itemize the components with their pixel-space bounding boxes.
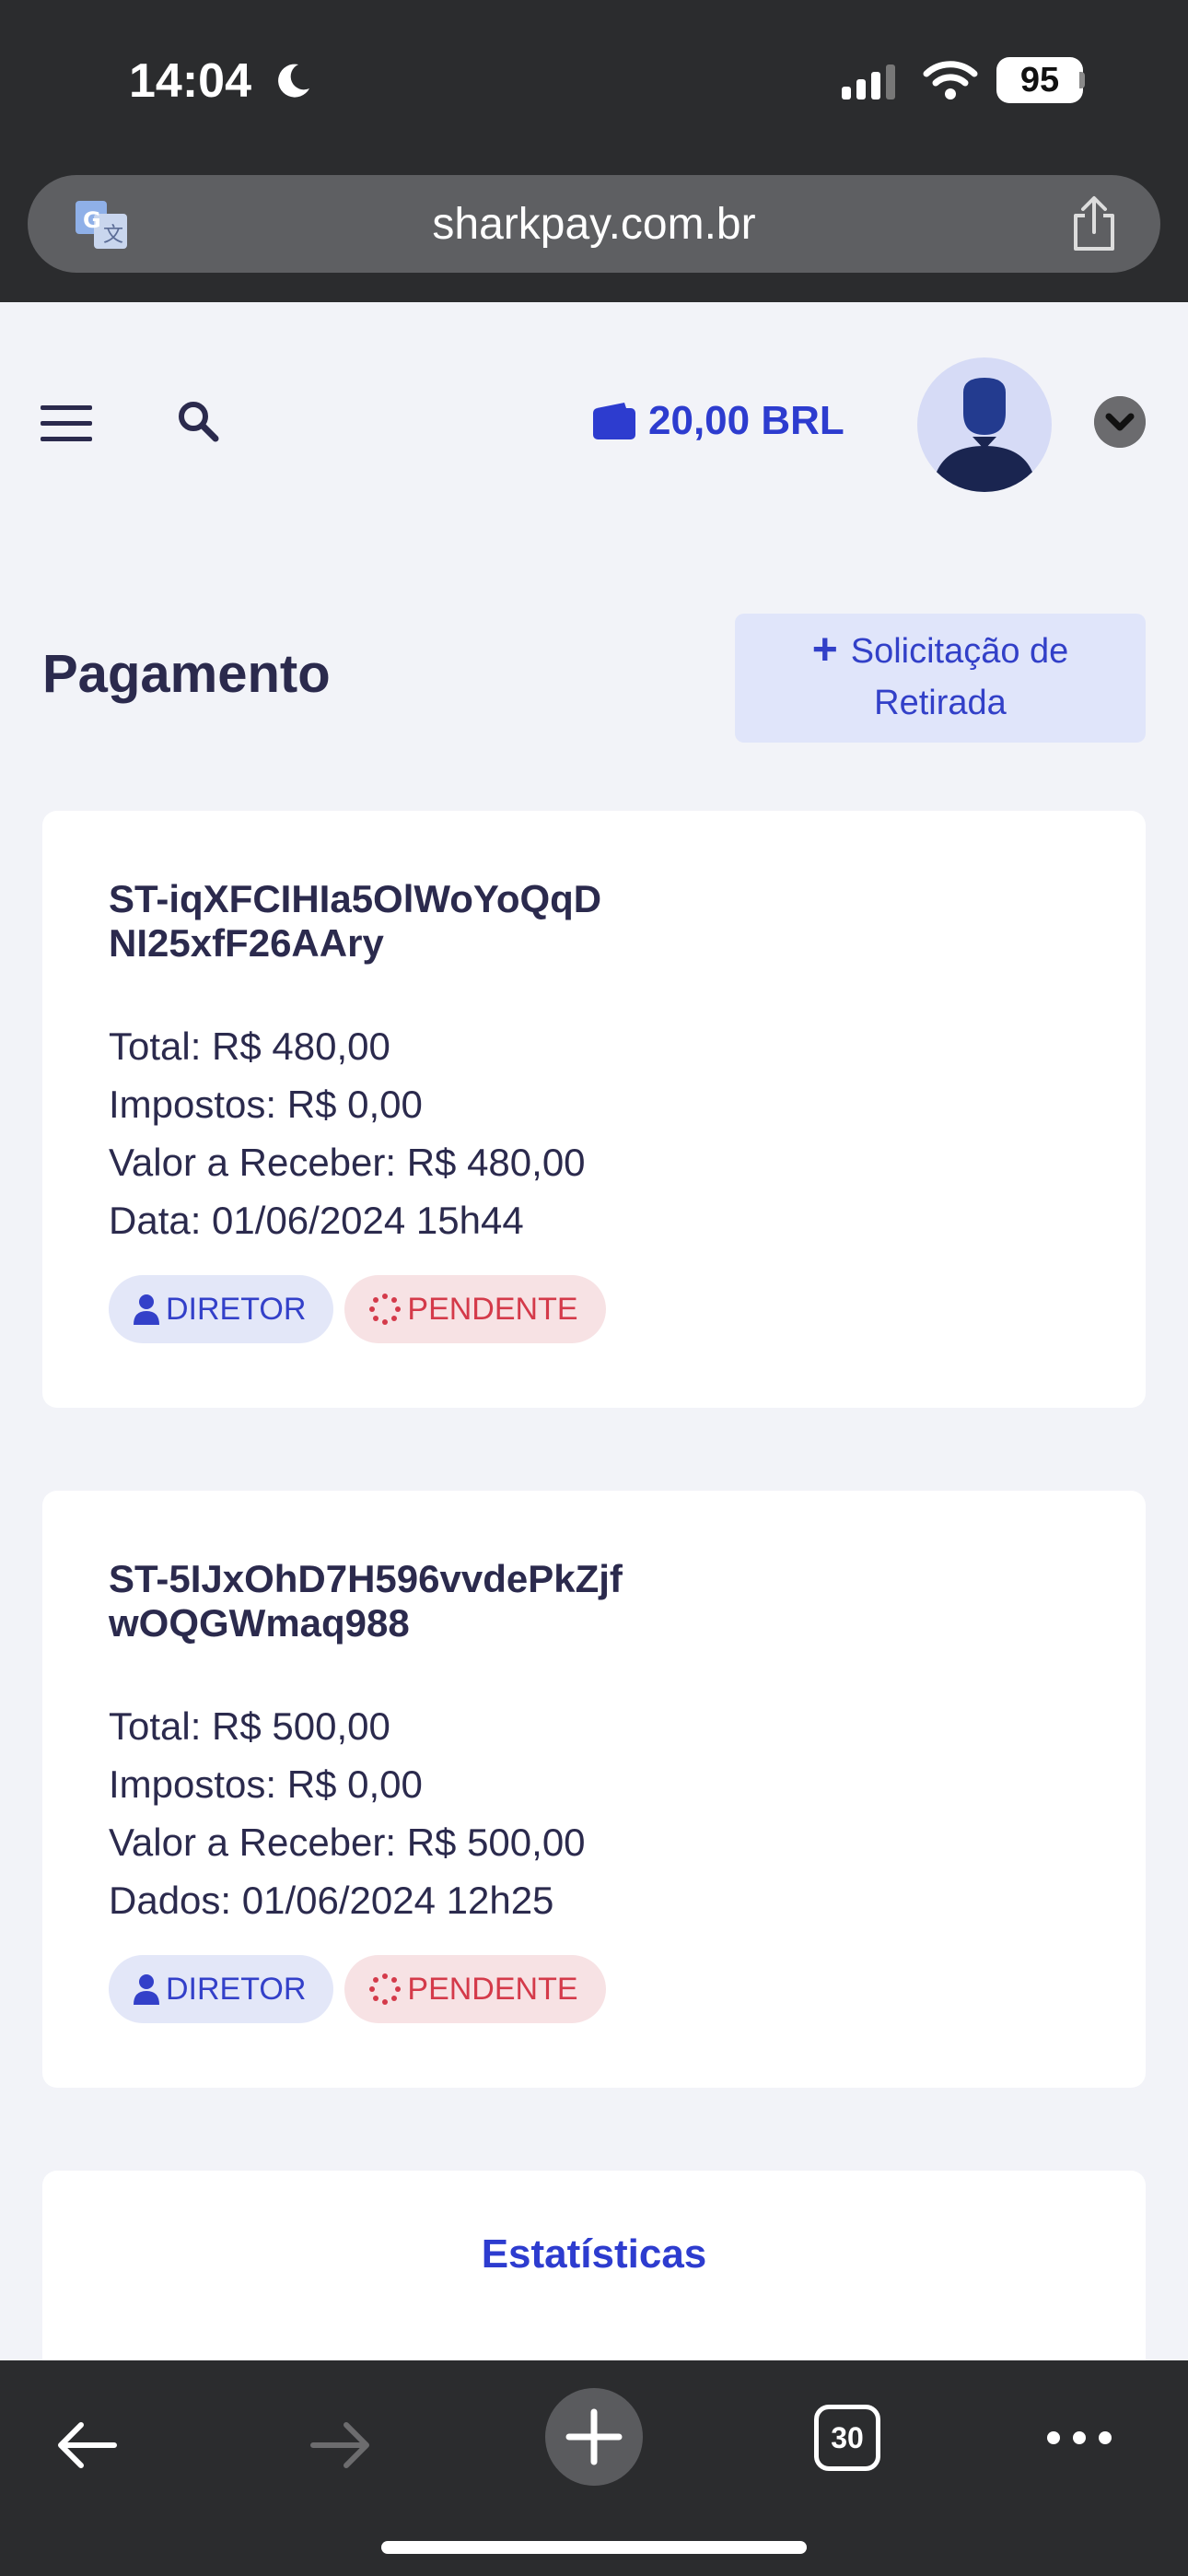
search-icon[interactable] — [175, 398, 223, 446]
wallet-balance[interactable]: 20,00 BRL — [593, 398, 844, 444]
spinner-icon — [369, 1973, 402, 2005]
url-text[interactable]: sharkpay.com.br — [28, 199, 1160, 250]
payment-id: ST-iqXFCIHIa5OlWoYoQqDNI25xfF26AAry — [109, 877, 602, 965]
more-options-icon[interactable] — [1046, 2429, 1112, 2447]
withdraw-request-button[interactable]: + Solicitação de Retirada — [735, 614, 1146, 743]
balance-amount: 20,00 BRL — [648, 398, 844, 443]
battery-tip — [1079, 72, 1085, 88]
payment-receive-amount: Valor a Receber: R$ 480,00 — [109, 1141, 586, 1184]
role-badge: DIRETOR — [109, 1955, 334, 2023]
new-tab-button[interactable] — [545, 2388, 643, 2486]
plus-icon: + — [811, 626, 838, 674]
role-badge: DIRETOR — [109, 1275, 334, 1343]
wallet-icon — [593, 403, 635, 439]
status-badge-label: PENDENTE — [407, 1291, 578, 1327]
payment-total: Total: R$ 500,00 — [109, 1704, 390, 1748]
payment-receive-amount: Valor a Receber: R$ 500,00 — [109, 1821, 586, 1864]
withdraw-button-label-line2: Retirada — [874, 684, 1007, 722]
user-icon — [134, 1294, 159, 1325]
payment-card[interactable]: ST-iqXFCIHIa5OlWoYoQqDNI25xfF26AAry Tota… — [42, 811, 1146, 1408]
payment-badges: DIRETOR PENDENTE — [109, 1275, 617, 1343]
payment-badges: DIRETOR PENDENTE — [109, 1955, 617, 2023]
status-bar: 14:04 95 G 文 sharkpay.com.br — [0, 0, 1188, 302]
status-badge-label: PENDENTE — [407, 1971, 578, 2007]
role-badge-label: DIRETOR — [166, 1971, 307, 2007]
payment-date: Data: 01/06/2024 15h44 — [109, 1199, 524, 1242]
plus-icon — [565, 2408, 623, 2465]
spinner-icon — [369, 1294, 402, 1325]
chevron-down-icon[interactable] — [1094, 396, 1146, 448]
payment-taxes: Impostos: R$ 0,00 — [109, 1083, 423, 1126]
home-indicator[interactable] — [381, 2541, 807, 2554]
page-title: Pagamento — [42, 644, 331, 704]
forward-arrow-icon[interactable] — [308, 2418, 374, 2473]
hamburger-menu-icon[interactable] — [41, 404, 92, 444]
user-icon — [134, 1974, 159, 2005]
share-icon[interactable] — [1068, 195, 1120, 252]
avatar[interactable] — [917, 357, 1052, 492]
payment-taxes: Impostos: R$ 0,00 — [109, 1762, 423, 1806]
battery-indicator: 95 — [996, 57, 1083, 103]
status-time: 14:04 — [129, 54, 251, 108]
payment-card[interactable]: ST-5IJxOhD7H596vvdePkZjfwOQGWmaq988 Tota… — [42, 1491, 1146, 2088]
statistics-card: Estatísticas — [42, 2171, 1146, 2362]
payment-date: Dados: 01/06/2024 12h25 — [109, 1879, 554, 1922]
back-arrow-icon[interactable] — [53, 2418, 120, 2473]
status-badge: PENDENTE — [344, 1275, 606, 1343]
url-bar[interactable]: G 文 sharkpay.com.br — [28, 175, 1160, 273]
statistics-title: Estatísticas — [481, 2231, 707, 2277]
withdraw-button-label-line1: Solicitação de — [850, 632, 1069, 671]
tabs-count-button[interactable]: 30 — [814, 2405, 880, 2471]
payment-total: Total: R$ 480,00 — [109, 1025, 390, 1068]
status-badge: PENDENTE — [344, 1955, 606, 2023]
role-badge-label: DIRETOR — [166, 1291, 307, 1327]
page-content: 20,00 BRL Pagamento + Solicitação de Reti… — [0, 302, 1188, 2362]
user-avatar-icon — [932, 378, 1037, 492]
cellular-signal-icon — [842, 64, 895, 100]
wifi-icon — [923, 61, 978, 100]
moon-icon — [278, 64, 309, 98]
payment-id: ST-5IJxOhD7H596vvdePkZjfwOQGWmaq988 — [109, 1557, 623, 1645]
